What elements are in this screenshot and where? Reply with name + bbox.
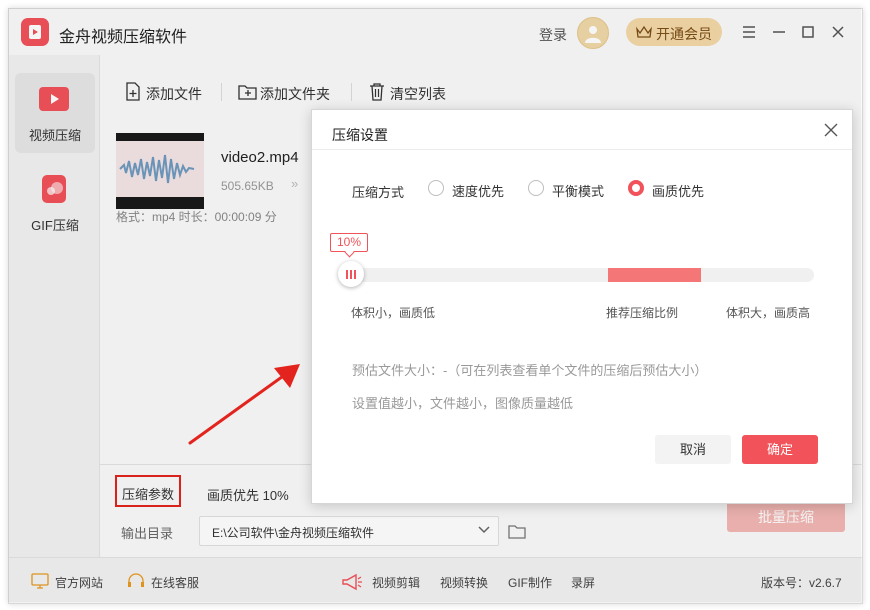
scale-recommend-label: 推荐压缩比例 (606, 306, 679, 320)
confirm-button[interactable]: 确定 (742, 435, 818, 464)
estimate-size-text: 预估文件大小：-（可在列表查看单个文件的压缩后预估大小） (352, 363, 708, 378)
radio-quality-priority[interactable]: 画质优先 (628, 180, 710, 199)
recommended-zone (608, 268, 701, 282)
radio-balanced-mode[interactable]: 平衡模式 (528, 180, 610, 199)
compress-mode-label: 压缩方式 (352, 185, 405, 200)
percent-tooltip: 10% (330, 233, 368, 252)
compress-settings-dialog: 压缩设置 压缩方式 速度优先 平衡模式 画质优先 10% 体积小，画质低 推荐压… (311, 109, 853, 504)
hint-text: 设置值越小，文件越小，图像质量越低 (352, 396, 574, 411)
dialog-title: 压缩设置 (332, 127, 388, 143)
cancel-button[interactable]: 取消 (655, 435, 731, 464)
radio-label: 平衡模式 (552, 184, 605, 199)
close-icon[interactable] (824, 123, 838, 137)
compress-ratio-slider[interactable] (352, 268, 814, 282)
radio-circle (428, 180, 444, 196)
dialog-divider (312, 149, 852, 150)
scale-high-label: 体积大，画质高 (726, 306, 811, 320)
scale-low-label: 体积小，画质低 (351, 306, 436, 320)
radio-circle-selected (628, 180, 644, 196)
radio-label: 速度优先 (452, 184, 505, 199)
radio-circle (528, 180, 544, 196)
slider-handle[interactable] (338, 261, 364, 287)
radio-speed-priority[interactable]: 速度优先 (428, 180, 510, 199)
radio-label: 画质优先 (652, 184, 705, 199)
